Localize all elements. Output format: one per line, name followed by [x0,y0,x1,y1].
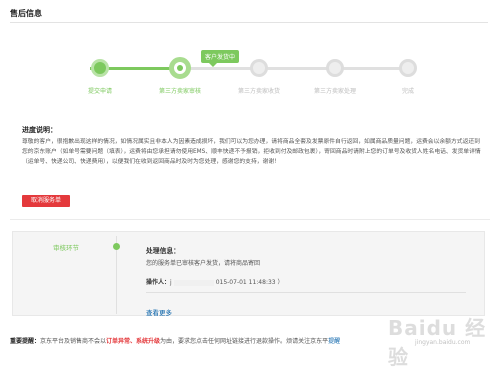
step-node-2 [169,57,191,79]
notice-part3: 烦请关注京东平 [286,338,329,345]
timeline-dot-icon [113,243,120,250]
section-divider [10,219,490,220]
step-node-4 [326,59,344,77]
step-node-3 [250,59,268,77]
progress-track-todo [180,67,408,70]
step-label-2: 第三方卖家审核 [158,88,202,95]
processing-title: 处理信息： [146,247,180,255]
cancel-service-button[interactable]: 取消服务单 [22,195,70,207]
step-label-1: 提交申请 [87,88,113,95]
step-node-1 [91,59,109,77]
operator-line: 操作人：j 015-07-01 11:48:33 ） [146,277,284,286]
notice-part1: 京东平台及销售商不会以 [40,338,107,345]
operator-time: 015-07-01 11:48:33 ） [215,279,284,286]
processing-panel [12,231,485,316]
notice-prefix: 重要提醒： [10,338,41,345]
step-node-5 [399,59,417,77]
explain-text: 尊敬的客户，很抱歉出现这样的情况，如情况属实且非本人为因素造成损坏，我们可以为您… [22,139,481,165]
step-label-4: 第三方卖家处理 [313,88,357,95]
notice-highlight: 订单异常、系统升级 [106,338,161,345]
operator-prefix: j [170,279,172,286]
view-more-link[interactable]: 查看更多 [146,307,172,317]
operator-redacted [173,279,214,286]
header-divider [10,22,488,23]
status-bubble: 客户发货中 [201,50,240,67]
progress-tracker: 客户发货中 提交申请 第三方卖家审核 第三方卖家收货 第三方卖家处理 完成 [0,50,500,102]
notice-link[interactable]: 提醒 [328,338,340,345]
important-notice: 重要提醒：京东平台及销售商不会以订单异常、系统升级为由，要求您点击任何网址链接进… [10,336,340,345]
panel-inner-divider [146,292,466,293]
step-label-5: 完成 [401,88,415,95]
operator-label: 操作人： [146,279,171,286]
processing-text: 您的服务单已审核客户发货，请将商品寄回 [146,260,261,267]
watermark-url: jingyan.baidu.com [415,339,471,346]
step-label-3: 第三方卖家收货 [237,88,281,95]
explain-title: 进度说明： [22,126,57,134]
notice-part2: 为由，要求您点击任何网址链接进行退款操作。 [160,338,287,345]
stage-label: 审核环节 [53,244,79,252]
page-title: 售后信息 [10,9,42,18]
